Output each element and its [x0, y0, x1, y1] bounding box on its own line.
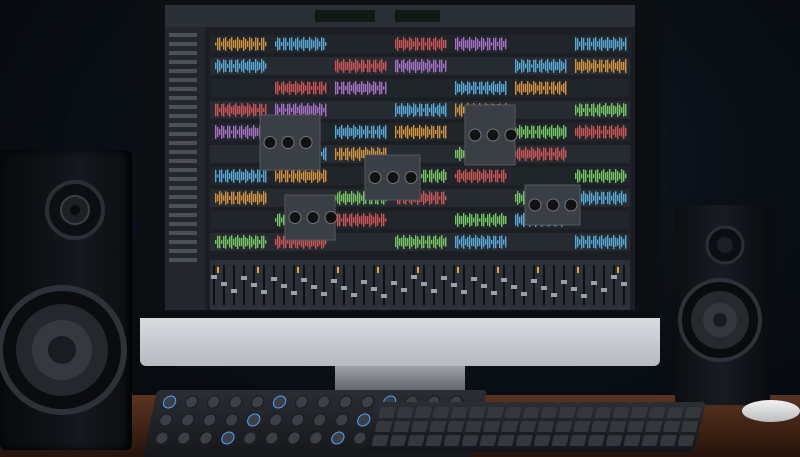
left-studio-monitor-speaker: [0, 150, 132, 450]
monitor-chin: [140, 318, 660, 366]
desktop-monitor: [140, 0, 660, 396]
right-studio-monitor-speaker: [675, 205, 770, 405]
mouse: [742, 400, 800, 422]
daw-transport-display: [315, 10, 375, 22]
daw-interface: [165, 5, 635, 310]
studio-scene: [0, 0, 800, 457]
computer-keyboard: [363, 402, 707, 452]
daw-screen: [165, 5, 635, 310]
daw-tempo-display: [395, 10, 440, 22]
